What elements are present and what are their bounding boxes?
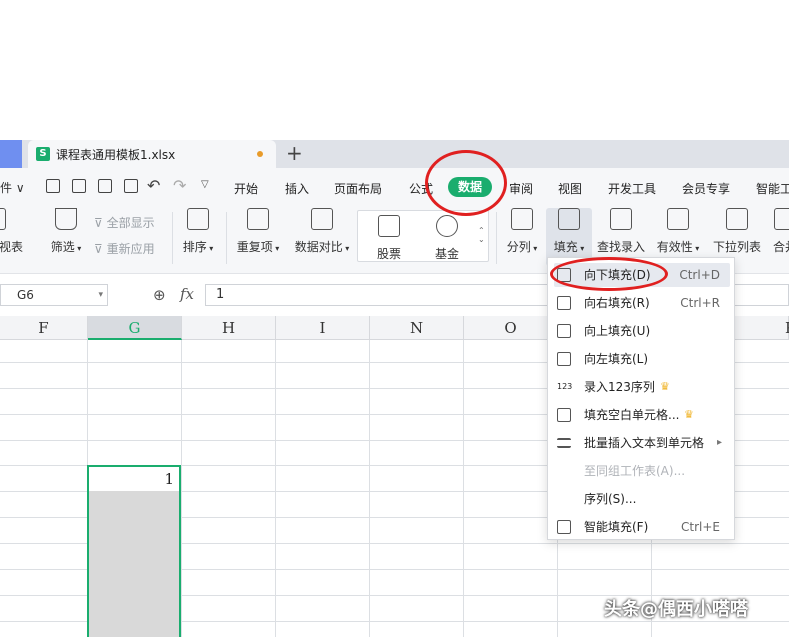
gallery-scroll-icon[interactable]: ⌃ ⌄ <box>478 226 485 244</box>
data-compare-icon <box>311 208 333 230</box>
tab-strip: S 课程表通用模板1.xlsx + <box>0 140 789 168</box>
reapply-button: ⊽ 重新应用 <box>94 242 155 256</box>
function-icon[interactable]: fx <box>180 285 194 303</box>
column-header-n[interactable]: N <box>370 316 464 340</box>
quick-access-more-icon[interactable]: ▽ <box>201 179 209 190</box>
stock-chart-icon <box>378 215 400 237</box>
menu-page-layout[interactable]: 页面布局 <box>334 180 382 197</box>
filter-button[interactable]: 筛选 ▾ <box>46 208 86 255</box>
undo-icon[interactable]: ↶ <box>147 176 160 195</box>
menu-item-fill-left[interactable]: 向左填充(L) <box>554 347 730 371</box>
split-column-icon <box>511 208 533 230</box>
sequence-123-icon: 123 <box>557 382 573 391</box>
fill-blank-cells-icon <box>557 408 571 422</box>
menu-item-series[interactable]: 序列(S)... <box>554 487 730 511</box>
stock-button[interactable]: 股票 <box>372 215 406 262</box>
unsaved-dot-icon <box>257 151 263 157</box>
menu-item-smart-fill[interactable]: 智能填充(F) Ctrl+E <box>554 515 730 539</box>
menu-bar: 件 ∨ ↶ ↷ ▽ 开始 插入 页面布局 公式 数据 审阅 视图 开发工具 会员… <box>0 168 789 204</box>
fund-button[interactable]: 基金 <box>430 215 464 262</box>
sort-button[interactable]: 排序 ▾ <box>178 208 218 255</box>
member-crown-icon: ♛ <box>660 380 670 393</box>
fill-down-icon <box>558 208 580 230</box>
lookup-entry-icon <box>610 208 632 230</box>
pivot-table-button[interactable]: 视表 <box>0 208 26 255</box>
smart-fill-icon <box>557 520 571 534</box>
split-column-button[interactable]: 分列 ▾ <box>502 208 542 255</box>
watermark: 头条@偶西小嗒嗒 <box>604 599 748 620</box>
pivot-table-icon <box>0 208 6 230</box>
duplicates-button[interactable]: 重复项 ▾ <box>234 208 282 255</box>
print-icon[interactable] <box>98 179 112 193</box>
menu-home[interactable]: 开始 <box>234 180 258 197</box>
fill-right-icon <box>557 296 571 310</box>
previous-tab[interactable] <box>0 140 22 168</box>
menu-item-fill-right[interactable]: 向右填充(R) Ctrl+R <box>554 291 730 315</box>
validity-icon <box>667 208 689 230</box>
separator <box>172 212 173 264</box>
zoom-search-icon[interactable]: ⊕ <box>153 286 166 304</box>
menu-item-batch-insert-text[interactable]: 批量插入文本到单元格 ▸ <box>554 431 730 455</box>
active-cell-g6[interactable]: 1 <box>87 465 181 491</box>
data-type-gallery: 股票 基金 <box>357 210 489 262</box>
menu-item-enter-123-sequence[interactable]: 123 录入123序列 ♛ <box>554 375 730 399</box>
column-header-o[interactable]: O <box>464 316 558 340</box>
annotation-circle-data-tab <box>425 150 507 216</box>
print-preview-icon[interactable] <box>124 179 138 193</box>
menu-view[interactable]: 视图 <box>558 180 582 197</box>
column-header-h[interactable]: H <box>182 316 276 340</box>
spreadsheet-icon: S <box>36 147 50 161</box>
column-header-f[interactable]: F <box>0 316 88 340</box>
annotation-circle-fill-down <box>550 257 668 291</box>
duplicates-icon <box>247 208 269 230</box>
filter-icon <box>55 208 77 230</box>
fill-button[interactable]: 填充 ▾ <box>547 208 591 255</box>
sort-icon <box>187 208 209 230</box>
lookup-entry-button[interactable]: 查找录入 <box>596 208 646 255</box>
merge-icon <box>774 208 789 230</box>
fill-dropdown-menu: 向下填充(D) Ctrl+D 向右填充(R) Ctrl+R 向上填充(U) 向左… <box>547 257 735 540</box>
export-icon[interactable] <box>72 179 86 193</box>
document-title: 课程表通用模板1.xlsx <box>56 148 176 162</box>
menu-item-fill-up[interactable]: 向上填充(U) <box>554 319 730 343</box>
dropdown-list-icon <box>726 208 748 230</box>
menu-insert[interactable]: 插入 <box>285 180 309 197</box>
separator <box>226 212 227 264</box>
chevron-down-icon[interactable]: ▾ <box>98 290 103 300</box>
menu-developer[interactable]: 开发工具 <box>608 180 656 197</box>
name-box[interactable]: G6 ▾ <box>0 284 108 306</box>
dropdown-list-button[interactable]: 下拉列表 <box>710 208 764 255</box>
validity-button[interactable]: 有效性 ▾ <box>654 208 702 255</box>
show-all-button: ⊽ 全部显示 <box>94 216 155 230</box>
member-crown-icon: ♛ <box>684 408 694 421</box>
menu-member[interactable]: 会员专享 <box>682 180 730 197</box>
data-compare-button[interactable]: 数据对比 ▾ <box>292 208 352 255</box>
file-menu[interactable]: 件 ∨ <box>0 179 25 196</box>
save-icon[interactable] <box>46 179 60 193</box>
column-header-g[interactable]: G <box>88 316 182 340</box>
menu-item-fill-blank-cells[interactable]: 填充空白单元格... ♛ <box>554 403 730 427</box>
menu-smart-tools[interactable]: 智能工 <box>756 180 789 197</box>
fill-up-icon <box>557 324 571 338</box>
document-tab[interactable]: S 课程表通用模板1.xlsx <box>28 140 276 168</box>
menu-item-to-group-sheets: 至同组工作表(A)... <box>584 464 686 478</box>
fill-left-icon <box>557 352 571 366</box>
column-header-i[interactable]: I <box>276 316 370 340</box>
menu-review[interactable]: 审阅 <box>509 180 533 197</box>
chevron-right-icon: ▸ <box>716 437 722 448</box>
separator <box>496 212 497 264</box>
redo-icon[interactable]: ↷ <box>173 176 186 195</box>
yen-icon <box>436 215 458 237</box>
merge-button[interactable]: 合并 <box>770 208 789 255</box>
insert-text-icon <box>557 438 571 448</box>
new-tab-button[interactable]: + <box>286 142 303 164</box>
